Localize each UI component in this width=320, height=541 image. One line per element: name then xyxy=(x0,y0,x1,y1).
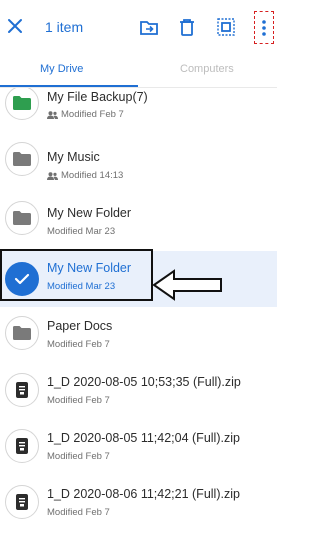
shared-icon xyxy=(47,110,58,119)
list-item[interactable]: 1_D 2020-08-06 11;42;21 (Full).zip Modif… xyxy=(0,476,277,532)
file-modified: Modified Feb 7 xyxy=(47,339,110,350)
file-name: 1_D 2020-08-05 11;42;04 (Full).zip xyxy=(47,431,240,445)
list-item[interactable]: My New Folder Modified Mar 23 xyxy=(0,196,277,252)
list-item[interactable]: My File Backup(7) Modified Feb 7 xyxy=(0,88,277,140)
annotation-highlight-box xyxy=(0,249,153,301)
list-item[interactable]: 1_D 2020-08-05 10;53;35 (Full).zip Modif… xyxy=(0,364,277,420)
more-options-button[interactable] xyxy=(254,11,274,44)
list-item[interactable]: 1_D 2020-08-05 11;42;04 (Full).zip Modif… xyxy=(0,419,277,475)
folder-icon xyxy=(13,326,31,340)
folder-avatar xyxy=(5,201,39,235)
zip-avatar xyxy=(5,485,39,519)
file-modified: Modified Feb 7 xyxy=(47,395,110,406)
file-name: My Music xyxy=(47,150,100,164)
active-tab-indicator xyxy=(0,85,138,87)
folder-icon xyxy=(13,211,31,225)
file-list: My File Backup(7) Modified Feb 7 My Musi… xyxy=(0,88,277,541)
folder-avatar xyxy=(5,88,39,120)
annotation-arrow-icon xyxy=(152,269,222,301)
drive-tabs: My Drive Computers xyxy=(0,50,277,88)
file-name: 1_D 2020-08-05 10;53;35 (Full).zip xyxy=(47,375,241,389)
file-modified: Modified Mar 23 xyxy=(47,226,116,237)
list-item[interactable]: My Music Modified 14:13 xyxy=(0,140,277,196)
file-modified: Modified Feb 7 xyxy=(47,109,124,120)
move-to-folder-icon[interactable] xyxy=(139,17,159,37)
selection-count: 1 item xyxy=(45,19,84,35)
more-vert-icon xyxy=(262,20,266,36)
action-bar: 1 item xyxy=(0,0,277,50)
folder-avatar xyxy=(5,316,39,350)
file-modified: Modified 14:13 xyxy=(47,170,123,181)
folder-icon xyxy=(13,96,31,110)
file-name: My File Backup(7) xyxy=(47,90,148,104)
file-name: My New Folder xyxy=(47,206,132,220)
folder-icon xyxy=(13,152,31,166)
zip-avatar xyxy=(5,429,39,463)
tab-my-drive[interactable]: My Drive xyxy=(40,63,83,75)
close-icon[interactable] xyxy=(6,17,24,35)
file-modified: Modified Feb 7 xyxy=(47,507,110,518)
file-name: Paper Docs xyxy=(47,319,113,333)
select-all-icon[interactable] xyxy=(216,17,236,37)
folder-avatar xyxy=(5,142,39,176)
zip-file-icon xyxy=(16,494,28,510)
tab-computers[interactable]: Computers xyxy=(180,63,234,75)
zip-file-icon xyxy=(16,438,28,454)
zip-file-icon xyxy=(16,382,28,398)
file-name: 1_D 2020-08-06 11;42;21 (Full).zip xyxy=(47,487,240,501)
shared-icon xyxy=(47,171,58,180)
zip-avatar xyxy=(5,373,39,407)
list-item[interactable]: Paper Docs Modified Feb 7 xyxy=(0,307,277,363)
file-modified: Modified Feb 7 xyxy=(47,451,110,462)
trash-icon[interactable] xyxy=(177,17,197,37)
